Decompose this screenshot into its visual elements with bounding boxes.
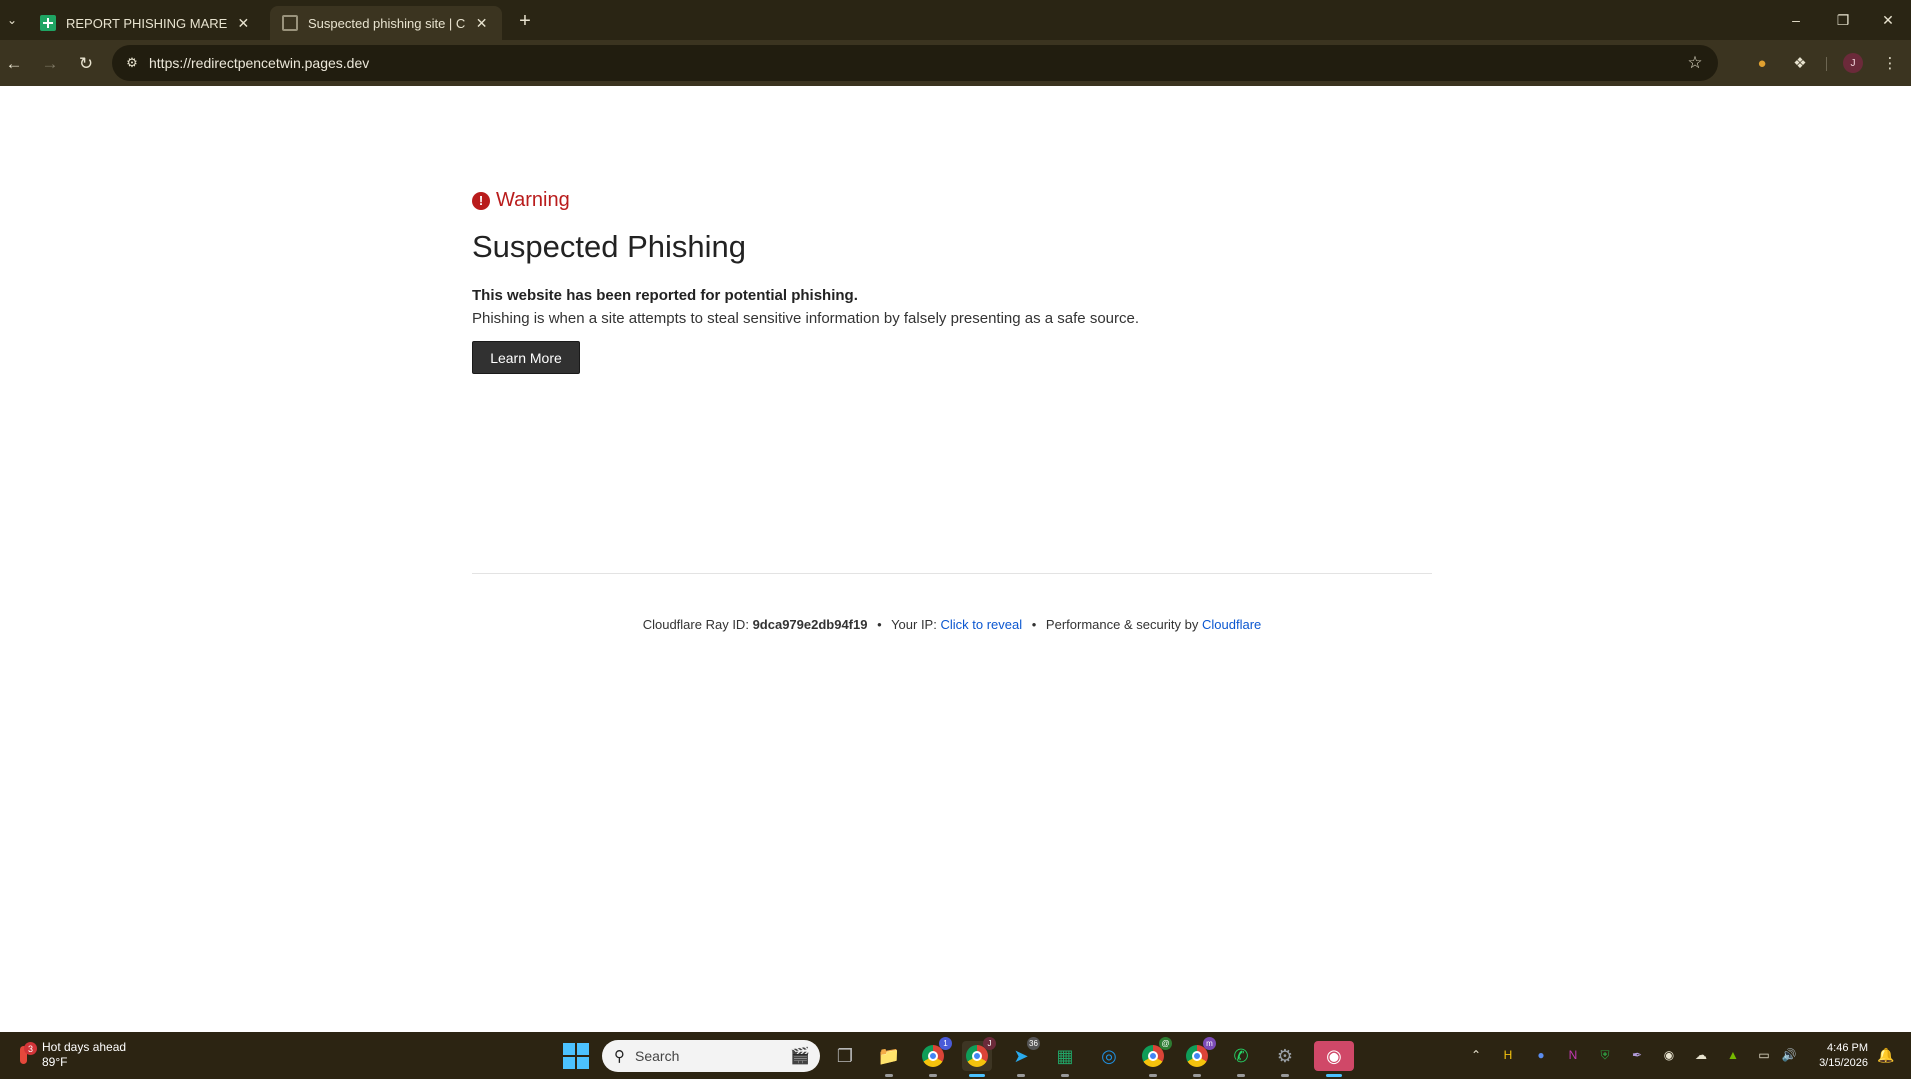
warning-row: ! Warning [472,189,570,212]
url-text[interactable]: https://redirectpencetwin.pages.dev [149,55,369,71]
pen-icon[interactable]: ✒ [1627,1045,1647,1065]
exclamation-icon: ! [472,191,490,210]
search-highlight-icon: 🎬 [790,1048,810,1065]
learn-more-button[interactable]: Learn More [472,341,580,374]
back-button[interactable]: ← [0,50,28,78]
thermometer-icon: 3 [12,1042,37,1068]
chrome-profile-3-icon[interactable]: @ [1138,1037,1172,1077]
whatsapp-icon[interactable]: ✆ [1226,1041,1256,1077]
performance-label: Performance & security by [1045,617,1199,632]
file-explorer-icon[interactable]: 📁 [874,1041,904,1077]
search-placeholder: Search [635,1048,680,1064]
explanation-text: Phishing is when a site attempts to stea… [472,310,1140,327]
separator-dot: • [1031,617,1037,632]
settings-gear-icon[interactable]: ⚙ [1270,1041,1300,1077]
cloud-offline-icon[interactable]: ☁ [1691,1045,1711,1065]
google-sheets-icon [40,15,56,31]
search-icon: ⚲ [614,1048,625,1065]
profile-avatar[interactable]: J [1843,53,1863,73]
tab-search-button[interactable]: ⌄ [2,8,22,32]
toolbar-divider [1826,57,1827,71]
weather-title: Hot days ahead [42,1040,127,1054]
onenote-icon[interactable]: N [1563,1045,1583,1065]
page-title: Suspected Phishing [472,229,747,264]
cloudflare-link[interactable]: Cloudflare [1202,617,1261,632]
ray-id-label: Cloudflare Ray ID: [642,617,749,632]
more-menu-icon[interactable]: ⋮ [1878,51,1902,75]
cloudflare-footer: Cloudflare Ray ID: 9dca979e2db94f19 • Yo… [472,617,1432,632]
tray-app-h-icon[interactable]: H [1498,1045,1518,1065]
tab-title: REPORT PHISHING MARET 2026 [66,15,227,31]
reported-text: This website has been reported for poten… [472,287,858,304]
reload-button[interactable]: ↻ [72,50,100,78]
page-viewport: ! Warning Suspected Phishing This websit… [0,86,1911,1032]
forward-button[interactable]: → [36,50,64,78]
weather-widget[interactable]: 3 Hot days ahead 89°F [12,1040,126,1070]
chrome-profile-2-icon[interactable]: J [962,1037,996,1077]
close-tab-icon[interactable]: ✕ [473,15,490,32]
restore-button[interactable]: ❐ [1820,6,1866,34]
extension-person-icon[interactable]: ● [1750,51,1774,75]
footer-divider [472,573,1432,574]
tab-strip: ⌄ REPORT PHISHING MARET 2026 ✕ Suspected… [0,0,1911,40]
tab-suspected-phishing[interactable]: Suspected phishing site | Cloudflare ✕ [270,6,502,40]
weather-badge: 3 [24,1042,37,1055]
bookmark-star-icon[interactable]: ☆ [1684,52,1706,74]
discord-tray-icon[interactable]: ◉ [1659,1045,1679,1065]
network-icon[interactable]: ▭ [1754,1045,1774,1065]
discord-icon[interactable]: ◉ [1314,1041,1354,1077]
security-shield-icon[interactable]: ⛨ [1595,1045,1615,1065]
chrome-profile-4-icon[interactable]: m [1182,1037,1216,1077]
site-settings-icon[interactable]: ⚙ [122,53,142,73]
task-view-icon[interactable]: ❐ [830,1041,860,1071]
notification-bell-icon[interactable]: 🔔 [1876,1045,1896,1065]
taskbar-search[interactable]: ⚲ Search 🎬 [602,1040,820,1072]
clock-time: 4:46 PM [1827,1042,1868,1054]
weather-temp: 89°F [42,1055,68,1069]
tab-title: Suspected phishing site | Cloudflare [308,15,466,31]
ray-id-value: 9dca979e2db94f19 [752,617,868,632]
nvidia-icon[interactable]: ▲ [1723,1045,1743,1065]
clock-date: 3/15/2026 [1819,1057,1868,1069]
separator-dot: • [877,617,882,632]
close-tab-icon[interactable]: ✕ [235,15,252,32]
telegram-icon[interactable]: ➤ 36 [1006,1037,1040,1077]
close-window-button[interactable]: ✕ [1865,6,1911,34]
minimize-button[interactable]: – [1773,6,1819,34]
system-clock[interactable]: 4:46 PM 3/15/2026 [1808,1041,1868,1071]
chrome-profile-1-icon[interactable]: 1 [918,1037,952,1077]
windows-taskbar: 3 Hot days ahead 89°F ⚲ Search 🎬 ❐ 📁 1 J… [0,1032,1911,1079]
spreadsheet-app-icon[interactable]: ▦ [1050,1041,1080,1077]
browser-chrome: ⌄ REPORT PHISHING MARET 2026 ✕ Suspected… [0,0,1911,86]
tab-report-phishing[interactable]: REPORT PHISHING MARET 2026 ✕ [28,6,264,40]
warning-label: Warning [496,189,570,211]
reveal-ip-link[interactable]: Click to reveal [940,617,1022,632]
new-tab-button[interactable]: + [512,8,538,34]
browser-toolbar: ← → ↻ ⚙ https://redirectpencetwin.pages.… [0,40,1911,86]
ip-label: Your IP: [891,617,937,632]
globe-icon [282,15,298,31]
edge-icon[interactable]: ◎ [1094,1041,1124,1071]
start-button[interactable] [563,1043,589,1069]
show-hidden-icons-chevron-icon[interactable]: ⌃ [1466,1045,1486,1065]
volume-icon[interactable]: 🔊 [1779,1045,1799,1065]
extensions-puzzle-icon[interactable]: ❖ [1788,51,1812,75]
tray-app-blue-icon[interactable]: ● [1531,1045,1551,1065]
address-bar[interactable]: ⚙ https://redirectpencetwin.pages.dev ☆ [112,45,1718,81]
